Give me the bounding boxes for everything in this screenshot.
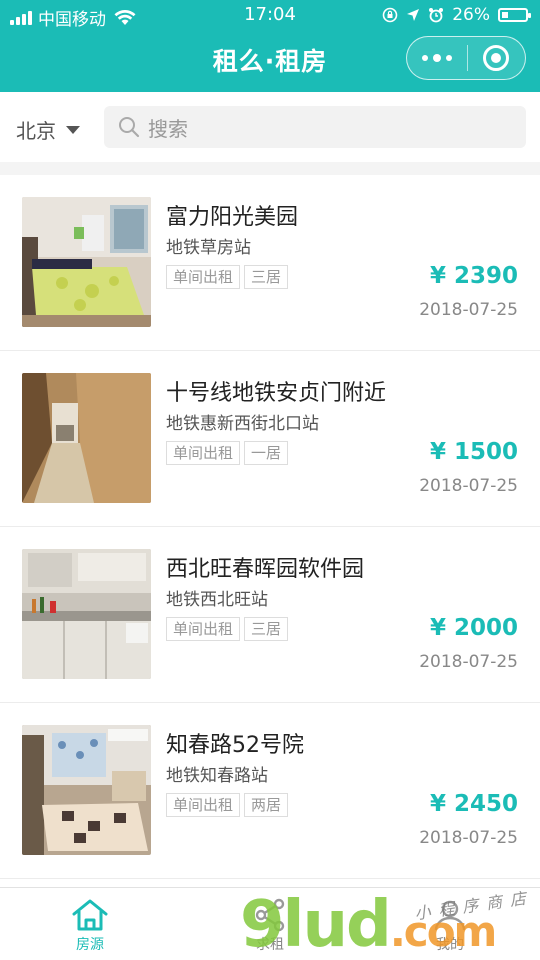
rent-type-tag: 单间出租 [166,617,241,641]
listing-price: ¥ 2000 [429,615,518,641]
caret-down-icon [66,125,80,134]
city-label: 北京 [16,119,56,143]
listing-photo [22,725,151,855]
listing-tags: 单间出租 两居 [166,793,289,817]
listing-photo [22,549,151,679]
search-row: 北京 搜索 [0,92,540,162]
listing-price: ¥ 1500 [429,439,518,465]
tab-bar: 房源 求租 我的 [0,887,540,960]
tab-label: 我的 [436,937,464,953]
listing-card[interactable]: 西北旺春晖园软件园 地铁西北旺站 单间出租 三居 ¥ 2000 2018-07-… [0,527,540,703]
tab-seeking[interactable]: 求租 [180,888,360,960]
home-icon [72,899,108,931]
listing-name: 西北旺春晖园软件园 [166,557,365,582]
more-dot-icon [432,54,441,62]
alarm-icon [429,8,444,23]
listing-date: 2018-07-25 [419,300,518,320]
search-icon [119,117,140,138]
share-icon [255,898,285,932]
status-right: 26% [382,5,531,25]
listing-station: 地铁知春路站 [166,766,268,786]
listing-station: 地铁惠新西街北口站 [166,414,319,434]
tab-label: 求租 [256,937,284,953]
listing-card[interactable]: 十号线地铁安贞门附近 地铁惠新西街北口站 单间出租 一居 ¥ 1500 2018… [0,351,540,527]
battery-percent: 26% [452,5,490,25]
user-icon [434,900,466,931]
listing-photo [22,197,151,327]
listing-name: 富力阳光美园 [166,205,299,230]
more-dot-icon [445,55,452,61]
listing-station: 地铁西北旺站 [166,590,268,610]
listing-price: ¥ 2390 [429,263,518,289]
battery-icon [498,8,531,22]
listing-tags: 单间出租 一居 [166,441,289,465]
room-count-tag: 一居 [244,441,289,465]
close-button[interactable] [467,37,525,79]
top-bar: 中国移动 17:04 26% 租么·租房 [0,0,540,92]
search-input[interactable]: 搜索 [104,106,526,148]
rent-type-tag: 单间出租 [166,441,241,465]
listing-card[interactable]: 知春路52号院 地铁知春路站 单间出租 两居 ¥ 2450 2018-07-25 [0,703,540,879]
listing-station: 地铁草房站 [166,238,251,258]
listing-list: 富力阳光美园 地铁草房站 单间出租 三居 ¥ 2390 2018-07-25 十… [0,175,540,887]
listing-date: 2018-07-25 [419,476,518,496]
room-count-tag: 三居 [244,265,289,289]
target-close-icon [483,45,510,71]
room-count-tag: 三居 [244,617,289,641]
app-root: 中国移动 17:04 26% 租么·租房 北京 搜索 富力阳光美园 地铁草房站 … [0,0,540,960]
location-icon [407,9,420,21]
city-selector[interactable]: 北京 [16,115,80,144]
listing-date: 2018-07-25 [419,828,518,848]
tab-label: 房源 [76,937,104,953]
listing-date: 2018-07-25 [419,652,518,672]
listing-card[interactable]: 富力阳光美园 地铁草房站 单间出租 三居 ¥ 2390 2018-07-25 [0,175,540,351]
listing-price: ¥ 2450 [429,791,518,817]
listing-tags: 单间出租 三居 [166,265,289,289]
listing-name: 十号线地铁安贞门附近 [166,381,387,406]
battery-level [502,12,508,18]
more-dot-icon [421,55,428,61]
listing-name: 知春路52号院 [166,733,304,758]
more-button[interactable] [407,37,467,79]
listing-tags: 单间出租 三居 [166,617,289,641]
rent-type-tag: 单间出租 [166,793,241,817]
search-placeholder: 搜索 [148,116,188,141]
status-bar: 中国移动 17:04 26% [0,0,540,30]
listing-photo [22,373,151,503]
mini-program-capsule [406,36,526,80]
rent-type-tag: 单间出租 [166,265,241,289]
tab-mine[interactable]: 我的 [360,888,540,960]
rotation-lock-icon [382,7,398,23]
room-count-tag: 两居 [244,793,289,817]
tab-listings[interactable]: 房源 [0,888,180,960]
